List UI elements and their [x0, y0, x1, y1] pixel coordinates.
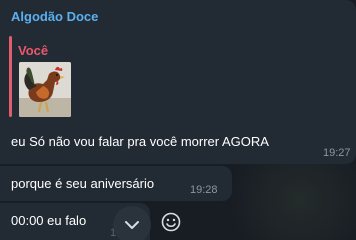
- rooster-image: [19, 62, 71, 117]
- reply-quote-bar: [9, 36, 12, 117]
- reply-quote-thumbnail[interactable]: [19, 62, 71, 117]
- message-time-2: 19:28: [190, 184, 218, 196]
- message-text-2: porque é seu aniversário: [11, 176, 155, 191]
- sender-name[interactable]: Algodão Doce: [11, 9, 98, 24]
- scroll-down-button[interactable]: [113, 206, 151, 240]
- smiley-icon: [161, 212, 181, 232]
- message-text-1: eu Só não vou falar pra você morrer AGOR…: [11, 134, 269, 149]
- message-text-3: 00:00 eu falo: [11, 213, 87, 228]
- emoji-button[interactable]: [159, 210, 183, 234]
- reply-quote-sender[interactable]: Você: [18, 43, 48, 58]
- chevron-down-icon: [125, 221, 139, 229]
- message-time-1: 19:27: [323, 147, 351, 159]
